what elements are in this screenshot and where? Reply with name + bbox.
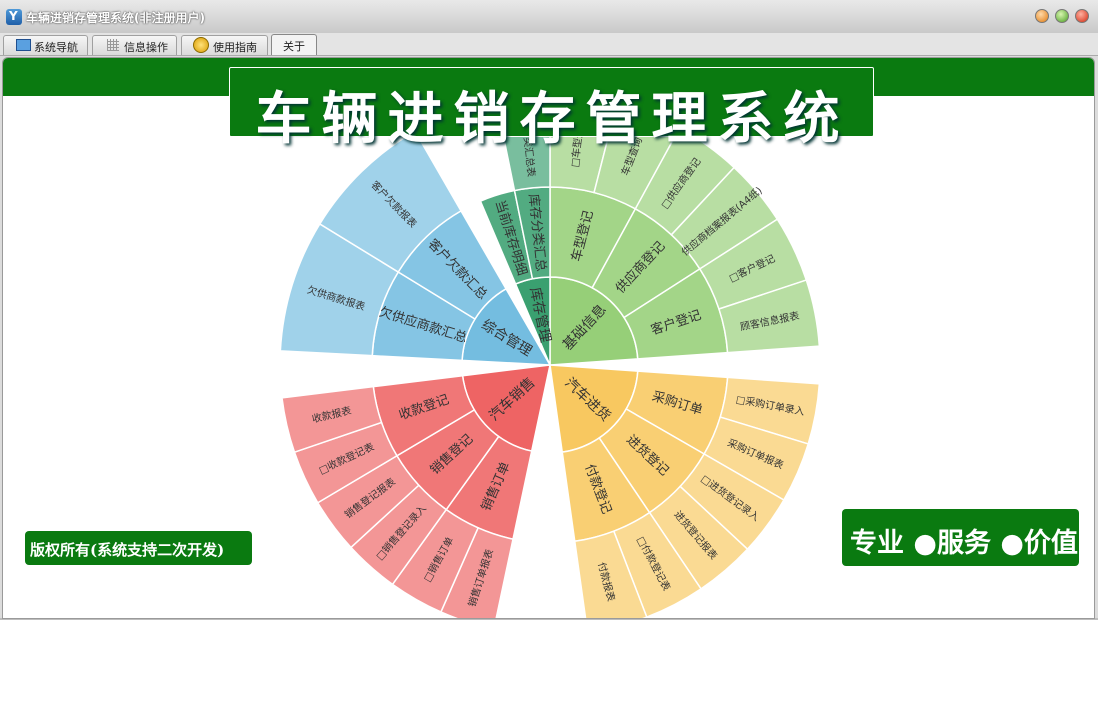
tab-about[interactable]: 关于	[271, 34, 317, 55]
tab-info-operation[interactable]: 信息操作	[92, 35, 177, 55]
app-logo-icon	[6, 9, 22, 25]
application-window: 车辆进销存管理系统(非注册用户) 系统导航 信息操作 使用指南 关于 □车型登记…	[0, 0, 1098, 620]
tab-label: 信息操作	[124, 41, 168, 54]
tab-user-guide[interactable]: 使用指南	[181, 35, 268, 55]
tab-label: 系统导航	[34, 41, 78, 54]
maximize-button[interactable]	[1055, 9, 1069, 23]
banner-title: 车辆进销存管理系统	[255, 87, 850, 152]
copyright-badge: 版权所有(系统支持二次开发)	[25, 531, 252, 565]
guide-icon	[193, 37, 209, 53]
tab-system-navigation[interactable]: 系统导航	[3, 35, 88, 55]
tab-label: 使用指南	[213, 41, 257, 54]
banner: 车辆进销存管理系统	[229, 67, 874, 152]
slogan-badge: 专业 ●服务 ●价值	[842, 509, 1079, 566]
grid-icon	[107, 39, 119, 51]
main-content: □车型登记 车型查询 车型登记 □供应商登记 供应商档案报表(A4纸) 供应商登记 □客户登…	[2, 57, 1095, 619]
title-bar: 车辆进销存管理系统(非注册用户)	[0, 0, 1098, 34]
close-button[interactable]	[1075, 9, 1089, 23]
window-title: 车辆进销存管理系统(非注册用户)	[26, 11, 205, 25]
tab-bar: 系统导航 信息操作 使用指南 关于	[0, 33, 1098, 56]
minimize-button[interactable]	[1035, 9, 1049, 23]
navigation-icon	[16, 39, 31, 51]
tab-label: 关于	[283, 40, 305, 53]
